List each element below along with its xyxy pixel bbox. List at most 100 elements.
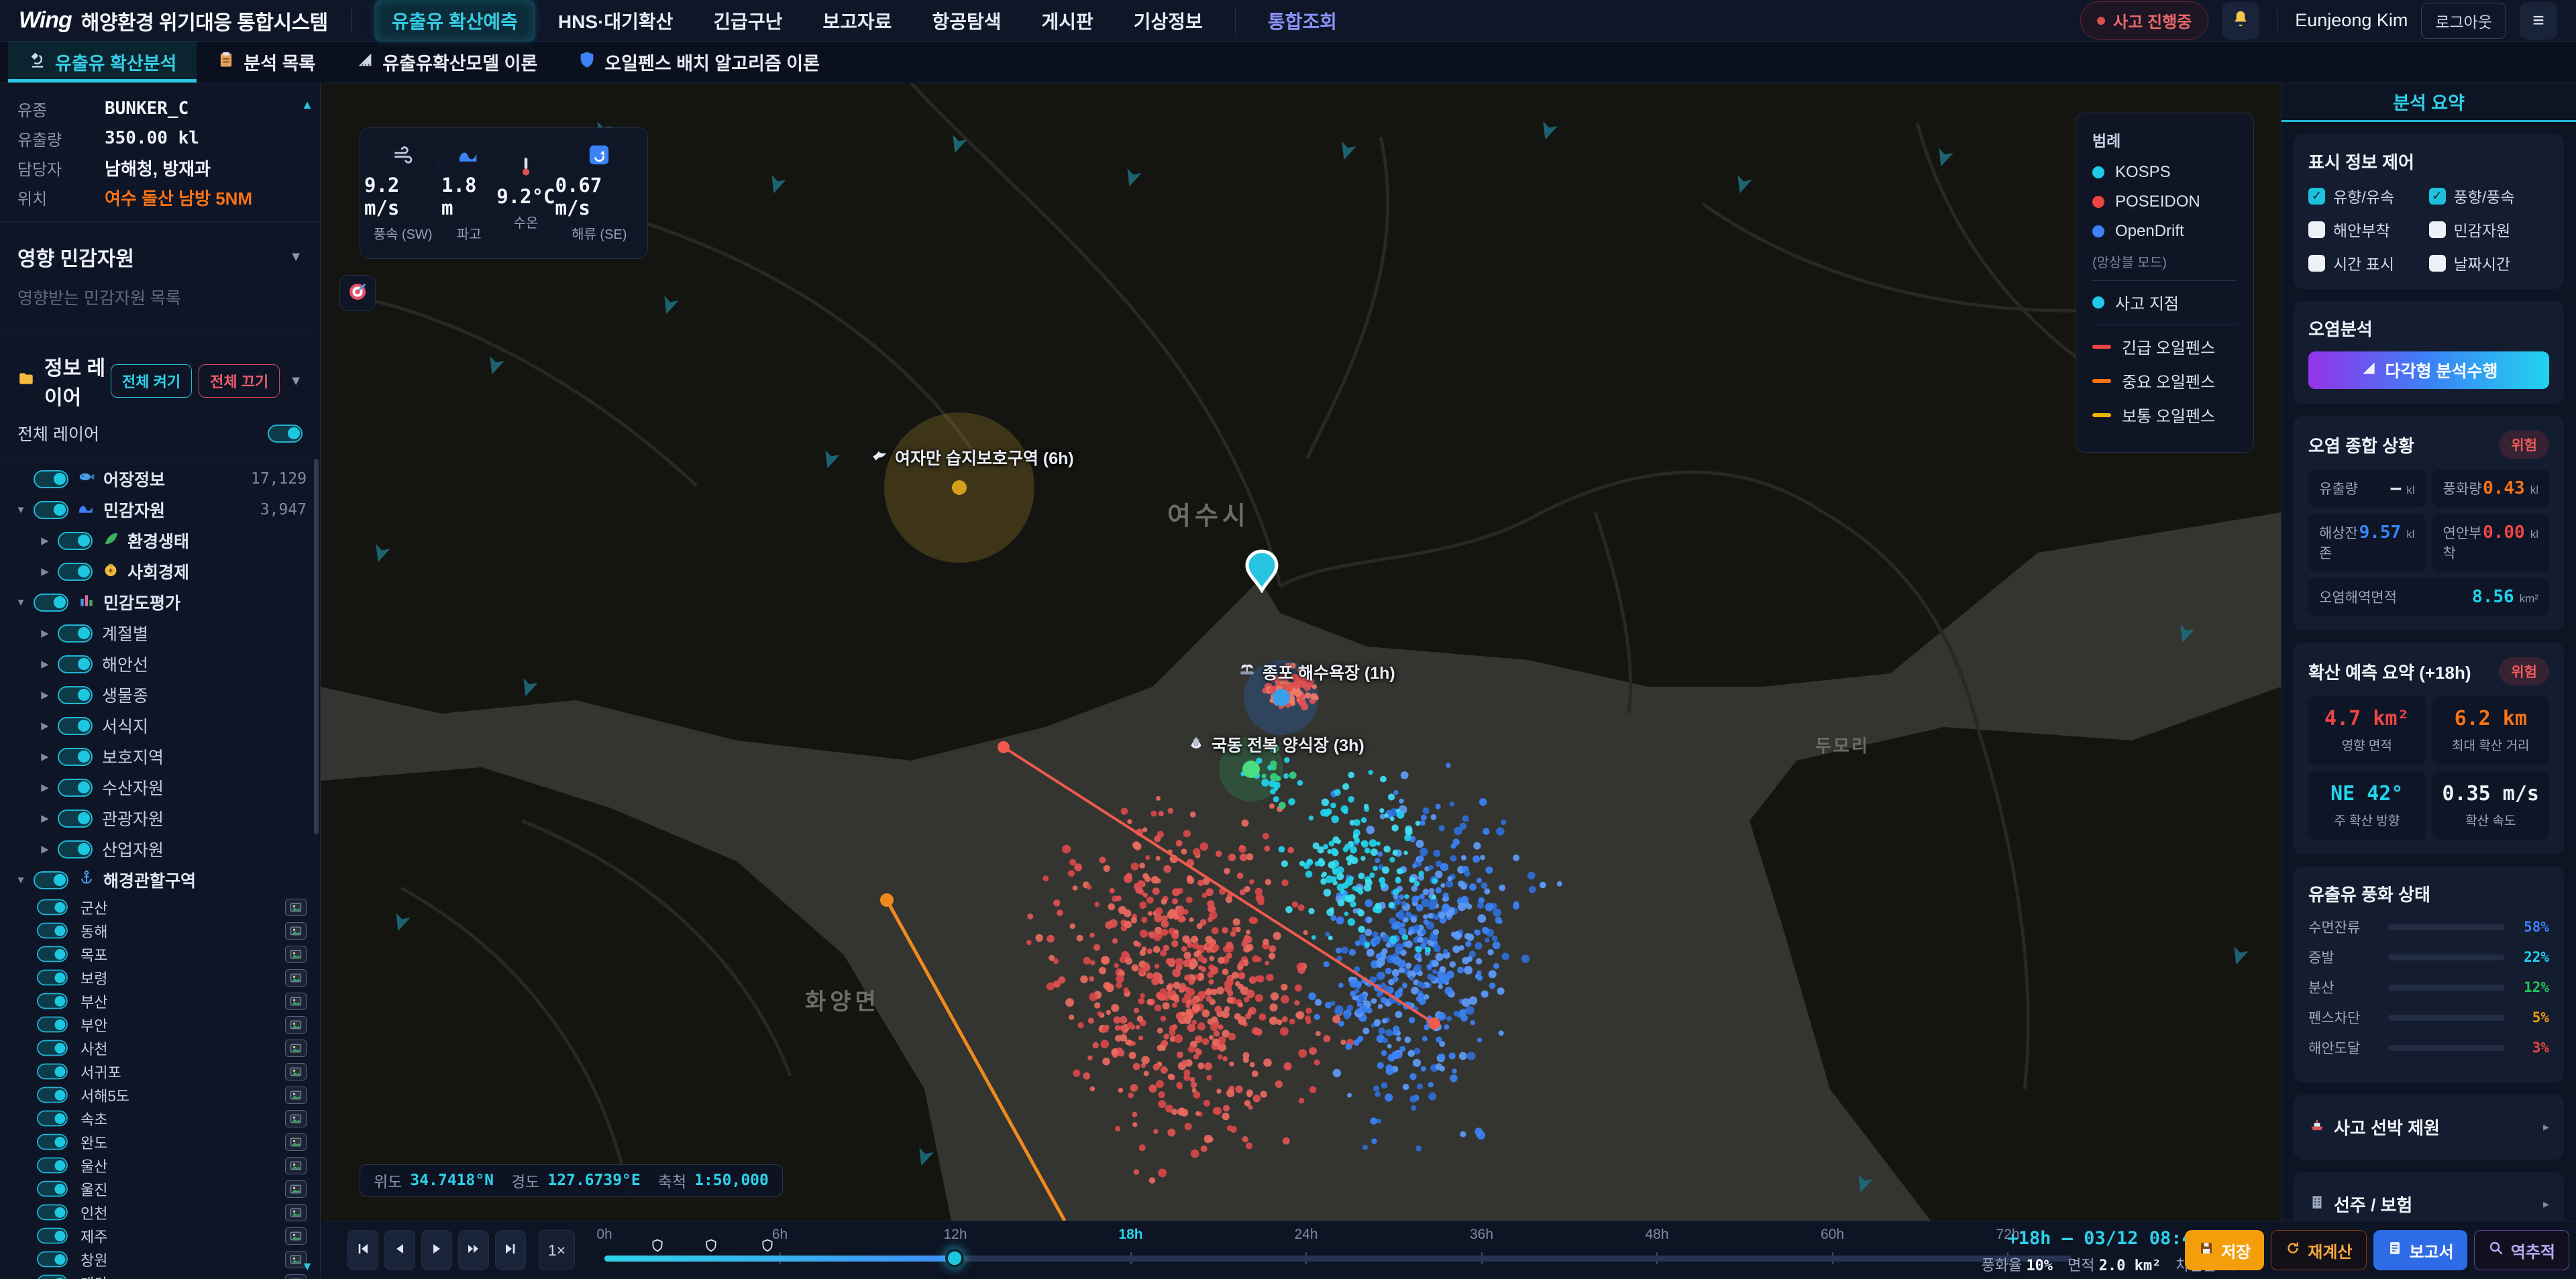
region-preview-button-사천[interactable] [285,1040,307,1057]
chevron-right-icon[interactable]: ▶ [35,535,55,547]
fence-deploy-marker-1h[interactable] [651,1239,664,1256]
chevron-right-icon[interactable]: ▶ [35,781,55,793]
sidebar-scrollbar[interactable] [314,459,319,834]
layer-toggle-보호지역[interactable] [58,748,93,766]
impact-section-header[interactable]: 영향 민감자원 ▼ [0,231,320,276]
display-checkbox-0[interactable]: ✓유향/유속 [2308,184,2429,207]
region-toggle-제주[interactable] [37,1228,68,1244]
nav-item-0[interactable]: 유출유 확산예측 [374,0,535,42]
skip-start-button[interactable] [347,1230,378,1270]
region-preview-button-울산[interactable] [285,1157,307,1174]
toolbar-tab-2[interactable]: 유출유확산모델 이론 [335,42,557,82]
timeline-tick-0h[interactable]: 0h [596,1227,612,1243]
display-checkbox-4[interactable]: 시간 표시 [2308,252,2429,274]
layer-toggle-해안선[interactable] [58,655,93,673]
layer-toggle-서식지[interactable] [58,717,93,735]
보고서-button[interactable]: 보고서 [2373,1230,2467,1270]
scroll-down-icon[interactable]: ▼ [301,1260,313,1274]
region-toggle-인천[interactable] [37,1205,68,1221]
region-toggle-울진[interactable] [37,1181,68,1197]
region-preview-button-목포[interactable] [285,946,307,963]
notifications-button[interactable] [2222,2,2259,40]
nav-item-4[interactable]: 항공탐색 [914,0,1018,42]
layer-toggle-산업자원[interactable] [58,840,93,858]
nav-item-6[interactable]: 기상정보 [1116,0,1220,42]
layers-all-off-button[interactable]: 전체 끄기 [199,364,280,398]
toolbar-tab-1[interactable]: 분석 목록 [197,42,335,82]
display-checkbox-5[interactable]: 날짜시간 [2429,252,2550,274]
chevron-down-icon[interactable]: ▼ [11,875,31,886]
timeline-tick-12h[interactable]: 12h [943,1227,967,1243]
layer-toggle-관광자원[interactable] [58,810,93,828]
chevron-down-icon[interactable]: ▼ [11,597,31,608]
menu-button[interactable]: ≡ [2520,2,2557,40]
timeline-handle[interactable] [945,1249,964,1268]
region-preview-button-울진[interactable] [285,1180,307,1198]
toolbar-tab-3[interactable]: 오일펜스 배치 알고리즘 이론 [557,42,840,82]
skip-end-button[interactable] [495,1230,526,1270]
nav-item-2[interactable]: 긴급구난 [696,0,800,42]
locate-accident-button[interactable] [339,275,376,311]
region-preview-button-속초[interactable] [285,1110,307,1127]
chevron-right-icon[interactable]: ▶ [35,627,55,639]
chevron-down-icon[interactable]: ▼ [289,249,303,265]
재계산-button[interactable]: 재계산 [2271,1230,2366,1270]
timeline-tick-6h[interactable]: 6h [772,1227,788,1243]
nav-item-1[interactable]: HNS·대기확산 [541,0,690,42]
layer-toggle-어장정보[interactable] [34,470,68,488]
play-button[interactable] [421,1230,452,1270]
master-layer-toggle[interactable] [268,425,303,443]
region-preview-button-군산[interactable] [285,899,307,916]
region-toggle-서해5도[interactable] [37,1087,68,1103]
fast-forward-button[interactable] [458,1230,489,1270]
layer-toggle-해경관할구역[interactable] [34,871,68,889]
region-toggle-울산[interactable] [37,1158,68,1174]
timeline-tick-18h[interactable]: 18h [1118,1227,1142,1243]
timeline-tick-60h[interactable]: 60h [1821,1227,1844,1243]
region-toggle-사천[interactable] [37,1040,68,1056]
region-preview-button-완도[interactable] [285,1133,307,1151]
region-preview-button-인천[interactable] [285,1204,307,1221]
역추적-button[interactable]: 역추적 [2474,1230,2569,1270]
region-toggle-창원[interactable] [37,1252,68,1268]
layer-toggle-사회경제[interactable] [58,563,93,581]
owner-insurance-card[interactable]: 선주 / 보험 ▸ [2294,1172,2564,1221]
chevron-right-icon[interactable]: ▶ [35,720,55,732]
timeline-tick-36h[interactable]: 36h [1470,1227,1493,1243]
panel-title[interactable]: 분석 요약 [2282,83,2576,122]
chevron-right-icon[interactable]: ▶ [35,565,55,577]
map-canvas[interactable]: 여수시 화양면 두모리 여자만 습지보호구역 (6h) 종포 해수욕장 (1h)… [321,83,2281,1221]
region-preview-button-제주[interactable] [285,1227,307,1245]
nav-item-3[interactable]: 보고자료 [805,0,909,42]
region-toggle-부산[interactable] [37,993,68,1009]
timeline-tick-24h[interactable]: 24h [1294,1227,1318,1243]
fence-deploy-marker-3h[interactable] [761,1239,774,1256]
region-preview-button-부안[interactable] [285,1016,307,1034]
region-preview-button-서해5도[interactable] [285,1087,307,1104]
layer-toggle-민감자원[interactable] [34,501,68,519]
nav-item-7[interactable]: 통합조회 [1250,0,1354,42]
region-toggle-완도[interactable] [37,1134,68,1150]
region-toggle-속초[interactable] [37,1111,68,1127]
chevron-down-icon[interactable]: ▼ [11,504,31,516]
region-toggle-서귀포[interactable] [37,1064,68,1080]
region-preview-button-보령[interactable] [285,969,307,987]
step-back-button[interactable] [384,1230,415,1270]
layer-toggle-환경생태[interactable] [58,532,93,550]
fence-deploy-marker-2h[interactable] [704,1239,718,1256]
layer-toggle-생물종[interactable] [58,686,93,704]
display-checkbox-1[interactable]: ✓풍향/풍속 [2429,184,2550,207]
region-toggle-군산[interactable] [37,899,68,915]
scroll-up-icon[interactable]: ▲ [301,98,313,112]
region-preview-button-동해[interactable] [285,922,307,940]
chevron-right-icon[interactable]: ▶ [35,750,55,763]
layer-toggle-민감도평가[interactable] [34,594,68,612]
chevron-right-icon[interactable]: ▶ [35,812,55,824]
accident-location-pin[interactable] [1244,549,1280,593]
chevron-right-icon[interactable]: ▶ [35,689,55,701]
nav-item-5[interactable]: 게시판 [1024,0,1111,42]
chevron-right-icon[interactable]: ▶ [35,658,55,670]
playback-speed-button[interactable]: 1× [539,1230,575,1270]
region-toggle-동해[interactable] [37,923,68,939]
chevron-down-icon[interactable]: ▼ [289,374,303,389]
